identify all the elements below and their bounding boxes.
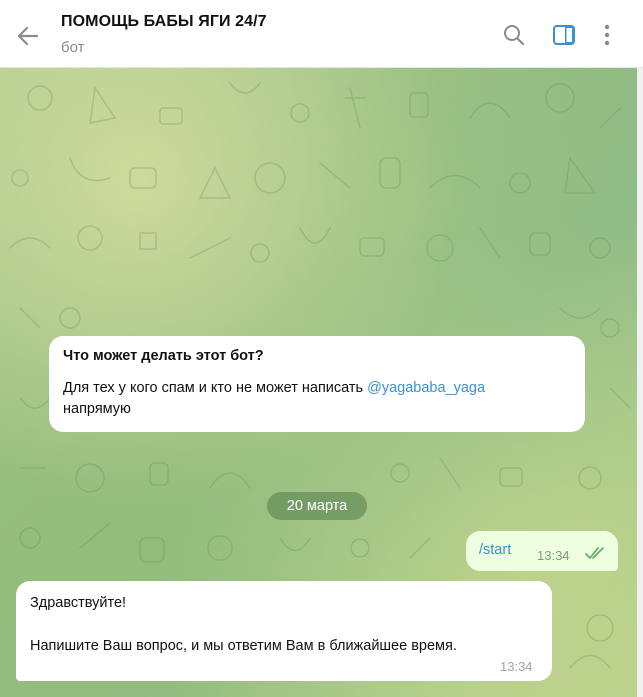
outgoing-message[interactable]: /start 13:34 xyxy=(466,531,618,571)
message-time: 13:34 xyxy=(537,548,570,563)
bot-info-card: Что может делать этот бот? Для тех у ког… xyxy=(49,336,585,432)
bot-info-text: Для тех у кого спам и кто не может напис… xyxy=(63,378,563,420)
chat-header: ПОМОЩЬ БАБЫ ЯГИ 24/7 бот xyxy=(0,0,643,68)
bot-info-title: Что может делать этот бот? xyxy=(63,348,264,364)
bot-info-text-before: Для тех у кого спам и кто не может напис… xyxy=(63,380,368,396)
bot-info-text-after: напрямую xyxy=(63,401,131,417)
back-arrow-icon[interactable] xyxy=(14,22,42,50)
search-icon[interactable] xyxy=(501,22,527,48)
more-vertical-icon[interactable] xyxy=(594,22,620,48)
message-body: Напишите Ваш вопрос, и мы ответим Вам в … xyxy=(30,638,457,654)
message-greeting: Здравствуйте! xyxy=(30,595,127,611)
command-link[interactable]: /start xyxy=(479,542,511,558)
chat-area[interactable]: Что может делать этот бот? Для тех у ког… xyxy=(0,68,637,697)
mention-link[interactable]: @yagababa_yaga xyxy=(367,380,485,396)
date-separator: 20 марта xyxy=(267,492,367,520)
chat-title[interactable]: ПОМОЩЬ БАБЫ ЯГИ 24/7 xyxy=(61,13,267,31)
incoming-message[interactable]: Здравствуйте! Напишите Ваш вопрос, и мы … xyxy=(16,581,552,681)
double-check-icon xyxy=(585,547,604,559)
message-time: 13:34 xyxy=(500,659,533,674)
chat-subtitle: бот xyxy=(61,39,85,56)
scrollbar[interactable] xyxy=(637,68,643,697)
sidebar-toggle-icon[interactable] xyxy=(551,22,577,48)
